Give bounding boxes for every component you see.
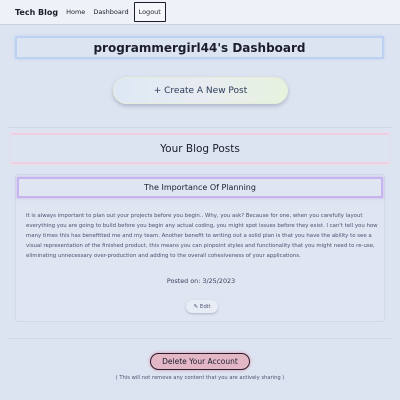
post-body: It is always important to plan out your …: [26, 213, 378, 259]
section-divider: [8, 338, 392, 339]
create-post-button[interactable]: + Create A New Post: [113, 77, 288, 104]
delete-account-note: ( This will not remove any content that …: [115, 375, 285, 381]
post-card: The Importance Of Planning It is always …: [15, 174, 385, 322]
nav-link-dashboard[interactable]: Dashboard: [93, 8, 128, 16]
post-title[interactable]: The Importance Of Planning: [17, 177, 383, 198]
edit-post-button[interactable]: ✎ Edit: [186, 300, 218, 313]
nav-link-home[interactable]: Home: [66, 8, 85, 16]
section-divider: [8, 127, 392, 128]
post-date: Posted on: 3/25/2023: [166, 277, 236, 285]
brand-logo[interactable]: Tech Blog: [15, 8, 58, 17]
posts-section-heading: Your Blog Posts: [11, 133, 389, 164]
dashboard-title: programmergirl44's Dashboard: [15, 36, 384, 59]
navbar: Tech Blog Home Dashboard Logout: [0, 0, 400, 25]
delete-account-button[interactable]: Delete Your Account: [150, 353, 250, 370]
nav-link-logout[interactable]: Logout: [133, 2, 166, 22]
